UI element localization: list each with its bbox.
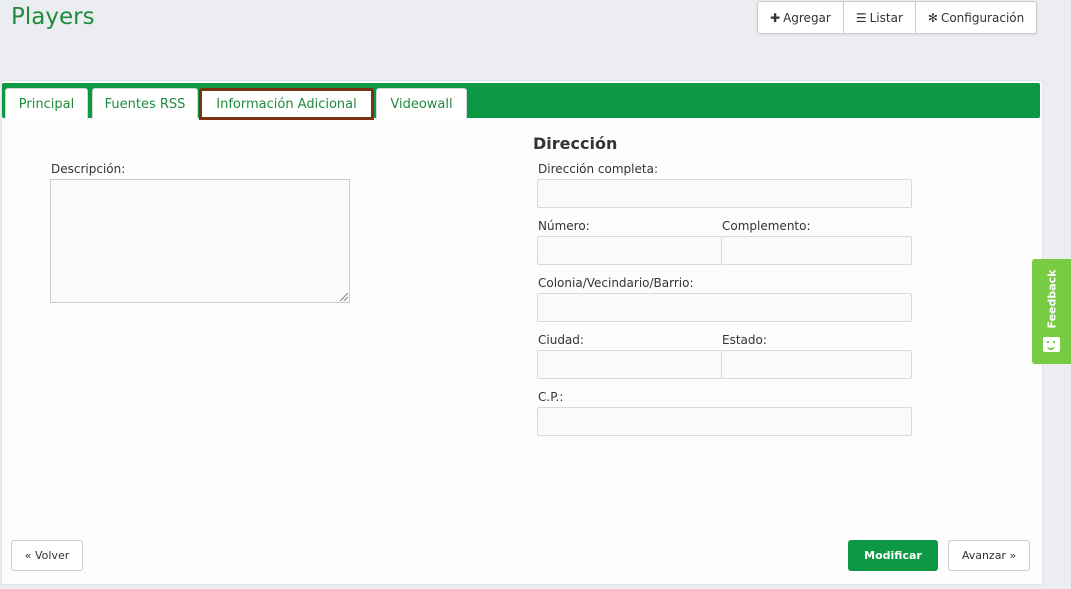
full-address-input[interactable] [537,179,912,208]
main-panel: Principal Fuentes RSS Información Adicio… [1,80,1043,585]
complement-label: Complemento: [722,219,811,233]
list-button-label: Listar [869,10,903,25]
city-label: Ciudad: [538,333,584,347]
neighborhood-input[interactable] [537,293,912,322]
configuration-button[interactable]: ✻ Configuración [916,2,1036,33]
description-label: Descripción: [51,162,126,176]
zip-input[interactable] [537,407,912,436]
neighborhood-label: Colonia/Vecindario/Barrio: [538,276,694,290]
modify-button[interactable]: Modificar [848,540,938,571]
address-section-title: Dirección [533,134,618,153]
description-textarea[interactable] [50,179,350,303]
back-button[interactable]: « Volver [11,540,83,571]
configuration-button-label: Configuración [940,10,1025,25]
state-label: Estado: [722,333,767,347]
zip-label: C.P.: [538,390,564,404]
smiley-icon [1043,337,1060,352]
toolbar: ✚ Agregar ☰ Listar ✻ Configuración [757,1,1038,34]
tab-informacion-adicional[interactable]: Información Adicional [199,88,374,120]
state-input[interactable] [721,350,912,379]
complement-input[interactable] [721,236,912,265]
tab-bar: Principal Fuentes RSS Información Adicio… [2,83,1040,120]
plus-icon: ✚ [770,10,781,25]
number-label: Número: [538,219,590,233]
add-button-label: Agregar [783,10,831,25]
next-button[interactable]: Avanzar » [948,540,1030,571]
feedback-tab[interactable]: Feedback [1032,259,1071,364]
tab-principal[interactable]: Principal [5,88,88,119]
gear-icon: ✻ [927,10,938,25]
page-title: Players [11,4,95,30]
city-input[interactable] [537,350,722,379]
add-button[interactable]: ✚ Agregar [758,2,844,33]
resize-grip-icon[interactable] [340,293,348,301]
full-address-label: Dirección completa: [538,162,658,176]
tab-fuentes-rss[interactable]: Fuentes RSS [92,88,198,119]
feedback-label: Feedback [1045,269,1058,329]
list-icon: ☰ [855,10,867,25]
tab-videowall[interactable]: Videowall [376,88,467,119]
number-input[interactable] [537,236,722,265]
list-button[interactable]: ☰ Listar [844,2,916,33]
